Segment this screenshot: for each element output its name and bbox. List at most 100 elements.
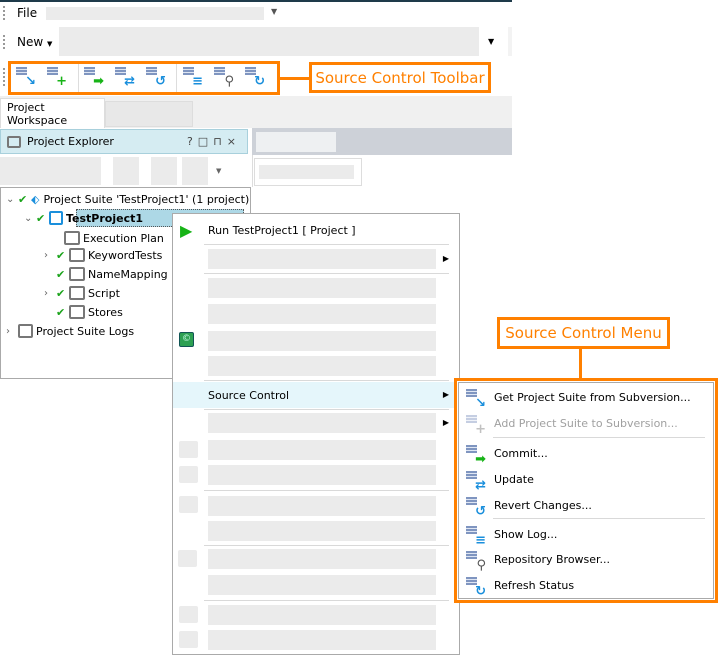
toolbar-callout: Source Control Toolbar bbox=[309, 62, 491, 93]
menu-item-placeholder[interactable] bbox=[208, 605, 436, 625]
submenu-arrow-icon: ▶ bbox=[442, 418, 449, 427]
tree-item-stores[interactable]: ✔ Stores bbox=[56, 303, 123, 321]
editor-subtab[interactable] bbox=[254, 158, 362, 186]
get-project-suite-icon: ↘ bbox=[475, 396, 486, 411]
tree-label: TestProject1 bbox=[66, 211, 144, 225]
update-icon: ⇄ bbox=[475, 478, 486, 493]
explorer-toolbar-placeholder[interactable] bbox=[0, 157, 101, 185]
chevron-down-icon[interactable]: ▼ bbox=[488, 37, 494, 46]
maximize-icon[interactable]: □ bbox=[198, 135, 213, 148]
chevron-down-icon[interactable]: ▼ bbox=[271, 7, 277, 16]
tree-item-project-suite-logs[interactable]: › Project Suite Logs bbox=[6, 322, 134, 340]
tree-label: Script bbox=[88, 286, 120, 300]
tab-label: Project Workspace bbox=[7, 100, 68, 127]
menu-item-placeholder[interactable] bbox=[208, 630, 436, 650]
menu-label: Add Project Suite to Subversion... bbox=[494, 416, 678, 430]
menu-item-placeholder[interactable] bbox=[208, 549, 436, 569]
commit-icon[interactable]: ➡ bbox=[84, 67, 104, 88]
menu-item-source-control[interactable]: Source Control ▶ bbox=[173, 382, 459, 408]
explorer-toolbar-placeholder[interactable] bbox=[151, 157, 177, 185]
project-explorer-header: Project Explorer ?□⊓× bbox=[0, 129, 248, 154]
callout-connector bbox=[579, 349, 582, 379]
menu-item-placeholder[interactable] bbox=[208, 331, 436, 351]
script-folder-icon bbox=[69, 286, 85, 300]
keyword-folder-icon bbox=[69, 248, 85, 262]
menu-item-update[interactable]: ⇄ Update bbox=[457, 467, 715, 493]
tab-project-workspace[interactable]: Project Workspace bbox=[0, 98, 105, 128]
menubar-placeholder bbox=[46, 7, 264, 20]
menu-item-commit[interactable]: ➡ Commit... bbox=[457, 441, 715, 466]
toolbar-grip[interactable] bbox=[3, 68, 5, 86]
menu-label: Revert Changes... bbox=[494, 498, 592, 512]
menu-item-show-log[interactable]: ≡ Show Log... bbox=[457, 522, 715, 547]
coverage-icon: © bbox=[179, 332, 194, 347]
menu-item-placeholder[interactable] bbox=[208, 356, 436, 376]
menu-item-placeholder[interactable] bbox=[208, 465, 436, 485]
new-button[interactable]: New ▼ bbox=[17, 35, 52, 49]
tree-item-testproject1[interactable]: ⌄ ✔ TestProject1 bbox=[24, 209, 143, 227]
menu-item-placeholder[interactable] bbox=[208, 496, 436, 516]
menu-item-get-project-suite[interactable]: ↘ Get Project Suite from Subversion... bbox=[457, 385, 715, 411]
editor-tab-placeholder[interactable] bbox=[256, 132, 336, 152]
menu-item-placeholder[interactable] bbox=[208, 249, 436, 269]
menu-label: Get Project Suite from Subversion... bbox=[494, 390, 691, 404]
close-icon[interactable]: × bbox=[227, 135, 241, 148]
menu-item-run[interactable]: ▶ Run TestProject1 [ Project ] bbox=[173, 218, 459, 242]
namemapping-icon bbox=[69, 267, 85, 281]
stores-folder-icon bbox=[69, 305, 85, 319]
menu-label: Refresh Status bbox=[494, 578, 575, 592]
project-suite-icon: ⬖ bbox=[31, 192, 40, 206]
menu-label: Show Log... bbox=[494, 527, 558, 541]
toolbar-separator bbox=[176, 64, 177, 92]
update-icon[interactable]: ⇄ bbox=[115, 67, 135, 88]
execution-plan-icon bbox=[64, 231, 80, 245]
menu-item-refresh-status[interactable]: ↻ Refresh Status bbox=[457, 573, 715, 598]
panel-controls[interactable]: ?□⊓× bbox=[187, 135, 241, 148]
explorer-toolbar-placeholder[interactable] bbox=[182, 157, 208, 185]
toolbar-grip[interactable] bbox=[3, 6, 5, 20]
tree-item-script[interactable]: › ✔ Script bbox=[44, 284, 120, 302]
menu-item-placeholder[interactable] bbox=[208, 278, 436, 298]
panel-title: Project Explorer bbox=[27, 135, 114, 148]
callout-connector bbox=[280, 77, 310, 80]
add-project-suite-icon[interactable]: + bbox=[47, 67, 67, 88]
window-top-border bbox=[0, 0, 512, 2]
get-project-suite-icon[interactable]: ↘ bbox=[16, 67, 36, 88]
show-log-icon[interactable]: ≡ bbox=[183, 67, 203, 88]
file-menu[interactable]: File bbox=[17, 6, 37, 20]
add-project-suite-icon: + bbox=[475, 422, 486, 437]
toolbar-edge bbox=[508, 27, 512, 56]
menu-item-placeholder[interactable] bbox=[208, 521, 436, 541]
file-label: File bbox=[17, 6, 38, 20]
tree-item-namemapping[interactable]: ✔ NameMapping bbox=[56, 265, 168, 283]
menu-item-revert-changes[interactable]: ↺ Revert Changes... bbox=[457, 493, 715, 518]
toolbar-grip[interactable] bbox=[3, 35, 5, 49]
revert-icon[interactable]: ↺ bbox=[146, 67, 166, 88]
menu-item-placeholder[interactable] bbox=[208, 304, 436, 324]
help-icon[interactable]: ? bbox=[187, 135, 198, 148]
tree-label: Stores bbox=[88, 305, 123, 319]
menu-item-placeholder[interactable] bbox=[208, 440, 436, 460]
menu-label: Source Control bbox=[208, 388, 290, 402]
tree-item-keywordtests[interactable]: › ✔ KeywordTests bbox=[44, 246, 162, 264]
tab-placeholder[interactable] bbox=[105, 101, 193, 127]
repository-browser-icon: ⚲ bbox=[476, 558, 486, 573]
menu-item-placeholder[interactable] bbox=[208, 413, 436, 433]
chevron-down-icon[interactable]: ▼ bbox=[216, 167, 221, 175]
tree-label: Project Suite Logs bbox=[36, 324, 135, 338]
tree-item-project-suite[interactable]: ⌄ ✔ ⬖ Project Suite 'TestProject1' (1 proje… bbox=[6, 190, 249, 208]
repository-browser-icon[interactable]: ⚲ bbox=[214, 67, 234, 88]
tree-label: KeywordTests bbox=[88, 248, 163, 262]
menu-item-repository-browser[interactable]: ⚲ Repository Browser... bbox=[457, 547, 715, 573]
menu-callout-text: Source Control Menu bbox=[505, 324, 662, 342]
menu-label: Update bbox=[494, 472, 534, 486]
refresh-status-icon[interactable]: ↻ bbox=[245, 67, 265, 88]
menu-label: Run TestProject1 [ Project ] bbox=[208, 223, 356, 237]
pin-icon[interactable]: ⊓ bbox=[213, 135, 227, 148]
menu-item-add-project-suite[interactable]: + Add Project Suite to Subversion... bbox=[457, 411, 715, 437]
run-icon: ▶ bbox=[180, 220, 193, 240]
tree-item-execution-plan[interactable]: Execution Plan bbox=[64, 229, 164, 247]
new-label: New bbox=[17, 35, 44, 49]
menu-item-placeholder[interactable] bbox=[208, 575, 436, 595]
explorer-toolbar-placeholder[interactable] bbox=[113, 157, 139, 185]
